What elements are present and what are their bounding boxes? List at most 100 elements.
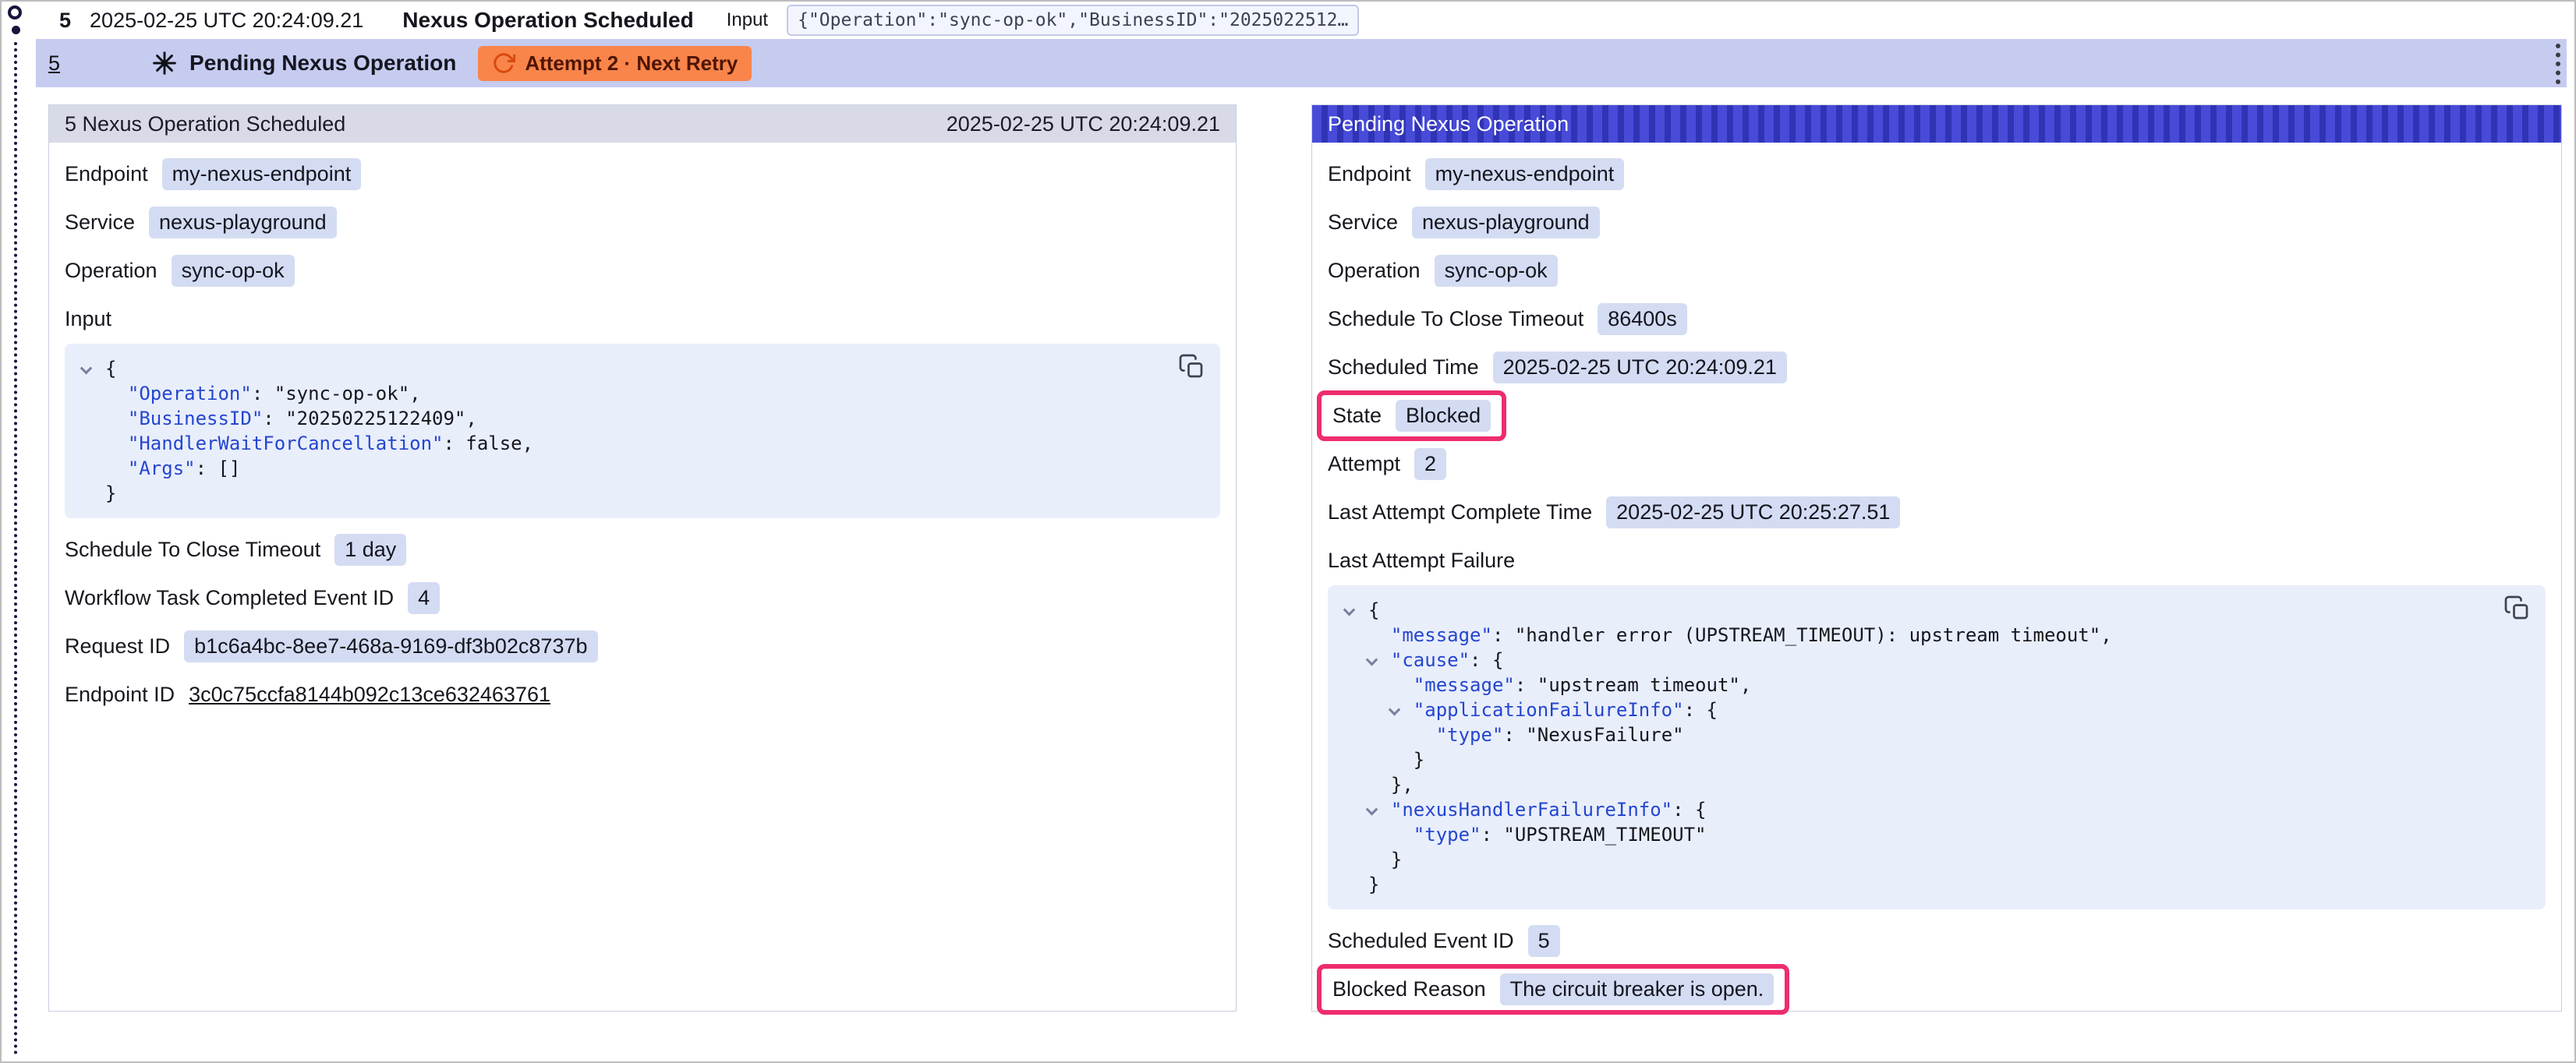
code-line: "Args": [] [82, 456, 1203, 481]
collapse-chevron-icon[interactable] [1345, 598, 1368, 623]
field-value-chip: sync-op-ok [172, 255, 295, 287]
code-line: "HandlerWaitForCancellation": false, [82, 431, 1203, 456]
copy-icon[interactable] [1178, 353, 1206, 381]
field-label: Workflow Task Completed Event ID [65, 586, 394, 610]
timeline-dotted-line-icon [14, 42, 17, 1055]
field-label: Blocked Reason [1332, 977, 1486, 1001]
failure-section-label: Last Attempt Failure [1328, 543, 2546, 577]
code-line: "applicationFailureInfo": { [1345, 697, 2528, 722]
field-value-chip: my-nexus-endpoint [162, 158, 362, 190]
event-timestamp: 2025-02-25 UTC 20:24:09.21 [90, 9, 363, 33]
event-detail-title: 5 Nexus Operation Scheduled [65, 112, 345, 136]
field-value-chip: The circuit breaker is open. [1500, 973, 1775, 1005]
copy-icon[interactable] [2503, 595, 2532, 623]
field-value-link[interactable]: 3c0c75ccfa8144b092c13ce632463761 [189, 683, 550, 707]
code-line: "cause": { [1345, 648, 2528, 673]
code-line: } [1345, 872, 2528, 897]
code-line: } [82, 481, 1203, 506]
field-row: Blocked Reason The circuit breaker is ope… [1328, 972, 2546, 1006]
field-value-chip: 86400s [1598, 303, 1687, 335]
pending-operation-body: Endpointmy-nexus-endpoint Service nexus-pl… [1312, 157, 2561, 1006]
code-line: "nexusHandlerFailureInfo": { [1345, 797, 2528, 822]
right-fields-top: Endpointmy-nexus-endpoint Service nexus-pl… [1328, 157, 2546, 529]
temporal-event-history-screen: 5 2025-02-25 UTC 20:24:09.21 Nexus Opera… [0, 0, 2576, 1063]
timeline-dot-icon [12, 26, 20, 34]
code-line: }, [1345, 772, 2528, 797]
field-row: Scheduled Event ID 5 [1328, 924, 2546, 958]
scrollbar-dots[interactable] [2556, 44, 2560, 84]
event-detail-timestamp: 2025-02-25 UTC 20:24:09.21 [947, 112, 1220, 136]
collapse-chevron-icon[interactable] [82, 356, 105, 381]
pending-event-id-link[interactable]: 5 [48, 51, 60, 76]
field-value-chip: 1 day [334, 534, 406, 566]
field-label: Schedule To Close Timeout [65, 538, 320, 562]
field-row: Scheduled Time 2025-02-25 UTC 20:24:09.21 [1328, 350, 2546, 384]
field-label: Endpoint ID [65, 683, 175, 707]
code-line: "BusinessID": "20250225122409", [82, 406, 1203, 431]
event-detail-header: 5 Nexus Operation Scheduled 2025-02-25 U… [49, 105, 1236, 143]
field-row: Last Attempt Complete Time2025-02-25 UTC… [1328, 495, 2546, 529]
field-label: Schedule To Close Timeout [1328, 307, 1583, 331]
code-line: "message": "handler error (UPSTREAM_TIME… [1345, 623, 2528, 648]
field-value-chip: 2025-02-25 UTC 20:24:09.21 [1493, 351, 1787, 383]
refresh-icon [492, 51, 515, 75]
field-label: State [1332, 404, 1382, 428]
pending-operation-row[interactable]: 5 Pending Nexus Operation Attempt 2 · Ne… [36, 39, 2567, 87]
field-row: Operationsync-op-ok [65, 253, 1220, 288]
code-line: { [82, 356, 1203, 381]
field-value-chip: 2 [1414, 448, 1446, 480]
left-fields-bottom: Schedule To Close Timeout 1 day Workflow T… [65, 532, 1220, 712]
timeline-node-icon [8, 5, 22, 19]
retry-badge-label: Attempt 2 · Next Retry [525, 51, 738, 76]
collapse-chevron-icon[interactable] [1368, 648, 1391, 673]
field-label: Scheduled Time [1328, 355, 1479, 380]
pending-operation-header: Pending Nexus Operation [1312, 105, 2561, 143]
annotation-highlight: State Blocked [1317, 390, 1506, 441]
collapse-chevron-icon[interactable] [1390, 697, 1414, 722]
field-row: Service nexus-playground [1328, 205, 2546, 239]
annotation-highlight: Blocked Reason The circuit breaker is ope… [1317, 964, 1789, 1015]
right-fields-bottom: Scheduled Event ID 5 Blocked Reason The cir… [1328, 924, 2546, 1006]
field-value-chip: Blocked [1396, 400, 1491, 432]
field-label: Last Attempt Complete Time [1328, 500, 1592, 524]
left-code-lines: {"Operation": "sync-op-ok","BusinessID":… [82, 356, 1203, 506]
input-preview-chip[interactable]: {"Operation":"sync-op-ok","BusinessID":"… [787, 5, 1359, 36]
field-value-chip: my-nexus-endpoint [1425, 158, 1625, 190]
event-id: 5 [59, 9, 71, 33]
code-line: } [1345, 847, 2528, 872]
pending-operation-header-title: Pending Nexus Operation [1328, 112, 1569, 136]
field-row: Schedule To Close Timeout 86400s [1328, 302, 2546, 336]
event-summary-row[interactable]: 5 2025-02-25 UTC 20:24:09.21 Nexus Opera… [36, 2, 2567, 39]
code-line: "type": "UPSTREAM_TIMEOUT" [1345, 822, 2528, 847]
field-row: Operationsync-op-ok [1328, 253, 2546, 288]
field-row: Schedule To Close Timeout 1 day [65, 532, 1220, 567]
input-code-block: {"Operation": "sync-op-ok","BusinessID":… [65, 344, 1220, 518]
collapse-chevron-icon[interactable] [1368, 797, 1391, 822]
field-value-chip: nexus-playground [149, 207, 337, 238]
failure-code-block: {"message": "handler error (UPSTREAM_TIM… [1328, 585, 2546, 909]
field-value-chip: 5 [1528, 925, 1560, 957]
timeline-rail [2, 2, 36, 1061]
field-label: Service [65, 210, 135, 235]
field-row: State Blocked [1328, 398, 2546, 433]
pending-operation-panel: Pending Nexus Operation Endpointmy-nexus… [1311, 104, 2562, 1012]
field-row: Endpointmy-nexus-endpoint [1328, 157, 2546, 191]
right-code-lines: {"message": "handler error (UPSTREAM_TIM… [1345, 598, 2528, 897]
event-detail-panel: 5 Nexus Operation Scheduled 2025-02-25 U… [48, 104, 1237, 1012]
code-line: "type": "NexusFailure" [1345, 722, 2528, 747]
field-label: Scheduled Event ID [1328, 929, 1514, 953]
field-row: Request IDb1c6a4bc-8ee7-468a-9169-df3b02… [65, 629, 1220, 663]
field-value-chip: nexus-playground [1412, 207, 1600, 238]
field-row: Attempt2 [1328, 447, 2546, 481]
field-row: Endpoint ID 3c0c75ccfa8144b092c13ce632463… [65, 677, 1220, 712]
field-row: Endpointmy-nexus-endpoint [65, 157, 1220, 191]
field-value-chip: 4 [408, 582, 440, 614]
input-label: Input [727, 9, 768, 31]
asterisk-icon [152, 51, 177, 76]
code-line: } [1345, 747, 2528, 772]
field-label: Operation [1328, 259, 1421, 283]
code-line: "message": "upstream timeout", [1345, 673, 2528, 697]
input-section-label: Input [65, 302, 1220, 336]
field-label: Service [1328, 210, 1398, 235]
field-row: Workflow Task Completed Event ID 4 [65, 581, 1220, 615]
